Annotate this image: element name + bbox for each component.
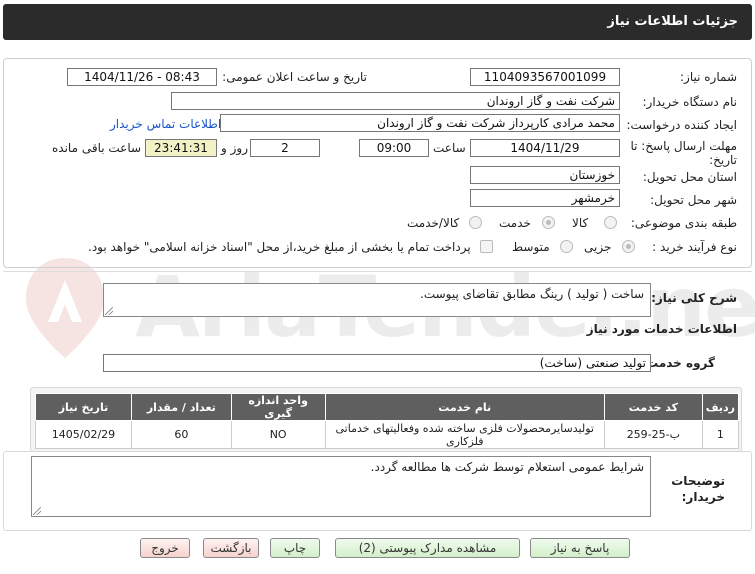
service-group-label: گروه خدمت: — [641, 356, 715, 370]
services-section-title: اطلاعات خدمات مورد نیاز — [586, 322, 737, 336]
category-label: طبقه بندی موضوعی: — [630, 216, 737, 230]
purchase-radio-medium[interactable] — [560, 240, 573, 253]
page-title: جزئیات اطلاعات نیاز — [607, 14, 738, 29]
col-header-row-num: ردیف — [701, 393, 740, 421]
resize-grip-icon[interactable] — [105, 307, 113, 315]
notes-label: توضیحات — [671, 474, 725, 488]
view-docs-button[interactable]: مشاهده مدارک پیوستی (2) — [335, 538, 520, 558]
contact-buyer-link[interactable]: اطلاعات تماس خریدار — [110, 117, 221, 131]
category-option-service: خدمت — [499, 216, 531, 230]
cell-unit: NO — [230, 420, 326, 449]
buyer-org-field: شرکت نفت و گاز اروندان — [171, 92, 620, 110]
cell-need-date: 1405/02/29 — [35, 420, 132, 449]
print-button[interactable]: چاپ — [270, 538, 320, 558]
category-radio-goods[interactable] — [604, 216, 617, 229]
service-group-field: تولید صنعتی (ساخت) — [103, 354, 651, 372]
col-header-service-name: نام خدمت — [324, 393, 605, 421]
purchase-type-label: نوع فرآیند خرید : — [652, 240, 737, 254]
treasury-checkbox[interactable] — [480, 240, 493, 253]
col-header-quantity: تعداد / مقدار — [130, 393, 232, 421]
description-textarea[interactable]: ساخت ( تولید ) رینگ مطابق تقاضای پیوست. — [103, 283, 651, 317]
exit-button[interactable]: خروج — [140, 538, 190, 558]
deadline-label: مهلت ارسال پاسخ: تا — [630, 139, 737, 153]
days-field: 2 — [250, 139, 320, 157]
cell-service-name: تولیدسایرمحصولات فلزی ساخته شده وفعالیته… — [324, 420, 605, 449]
deadline-label-date: تاریخ: — [709, 153, 737, 167]
back-button[interactable]: بازگشت — [203, 538, 259, 558]
table-header-row: ردیف کد خدمت نام خدمت واحد اندازه گیری ت… — [35, 393, 740, 421]
deadline-date-field: 1404/11/29 — [470, 139, 620, 157]
remaining-time-field: 23:41:31 — [145, 139, 217, 157]
category-radio-goods-service[interactable] — [469, 216, 482, 229]
province-field: خوزستان — [470, 166, 620, 184]
services-table: ردیف کد خدمت نام خدمت واحد اندازه گیری ت… — [35, 393, 740, 449]
description-text: ساخت ( تولید ) رینگ مطابق تقاضای پیوست. — [420, 287, 644, 301]
treasury-note: پرداخت تمام یا بخشی از مبلغ خرید،از محل … — [88, 240, 471, 254]
reply-button[interactable]: پاسخ به نیاز — [530, 538, 630, 558]
city-field: خرمشهر — [470, 189, 620, 207]
requester-label: ایجاد کننده درخواست: — [626, 118, 737, 132]
cell-row-num: 1 — [701, 420, 740, 449]
category-option-goods: کالا — [572, 216, 589, 230]
resize-grip-icon[interactable] — [33, 507, 41, 515]
announce-label: تاریخ و ساعت اعلان عمومی: — [222, 70, 367, 84]
purchase-radio-minor[interactable] — [622, 240, 635, 253]
category-option-goods-service: کالا/خدمت — [407, 216, 460, 230]
divider — [3, 271, 752, 272]
announce-field: 1404/11/26 - 08:43 — [67, 68, 217, 86]
col-header-need-date: تاریخ نیاز — [35, 393, 132, 421]
description-label: شرح کلی نیاز: — [651, 291, 737, 305]
info-panel — [3, 58, 752, 268]
category-radio-service[interactable] — [542, 216, 555, 229]
deadline-time-label: ساعت — [433, 141, 466, 155]
deadline-time-field: 09:00 — [359, 139, 429, 157]
province-label: استان محل تحویل: — [642, 170, 737, 184]
purchase-option-medium: متوسط — [512, 240, 550, 254]
purchase-option-minor: جزیی — [584, 240, 612, 254]
days-label: روز و — [221, 141, 248, 155]
buyer-org-label: نام دستگاه خریدار: — [642, 95, 738, 109]
notes-label-buyer: خریدار: — [681, 490, 725, 504]
notes-text: شرایط عمومی استعلام توسط شرکت ها مطالعه … — [370, 460, 644, 474]
table-row[interactable]: 1 ب-25-259 تولیدسایرمحصولات فلزی ساخته ش… — [35, 420, 740, 449]
need-number-label: شماره نیاز: — [680, 70, 737, 84]
requester-field: محمد مرادی کارپرداز شرکت نفت و گاز اروند… — [220, 114, 620, 132]
col-header-service-code: کد خدمت — [603, 393, 703, 421]
need-number-field: 1104093567001099 — [470, 68, 620, 86]
cell-service-code: ب-25-259 — [603, 420, 703, 449]
remaining-label: ساعت باقی مانده — [52, 141, 142, 155]
city-label: شهر محل تحویل: — [650, 193, 737, 207]
notes-textarea[interactable]: شرایط عمومی استعلام توسط شرکت ها مطالعه … — [31, 456, 651, 517]
page-header: جزئیات اطلاعات نیاز — [3, 4, 752, 40]
services-table-container: ردیف کد خدمت نام خدمت واحد اندازه گیری ت… — [30, 387, 742, 452]
col-header-unit: واحد اندازه گیری — [230, 393, 326, 421]
cell-quantity: 60 — [130, 420, 232, 449]
